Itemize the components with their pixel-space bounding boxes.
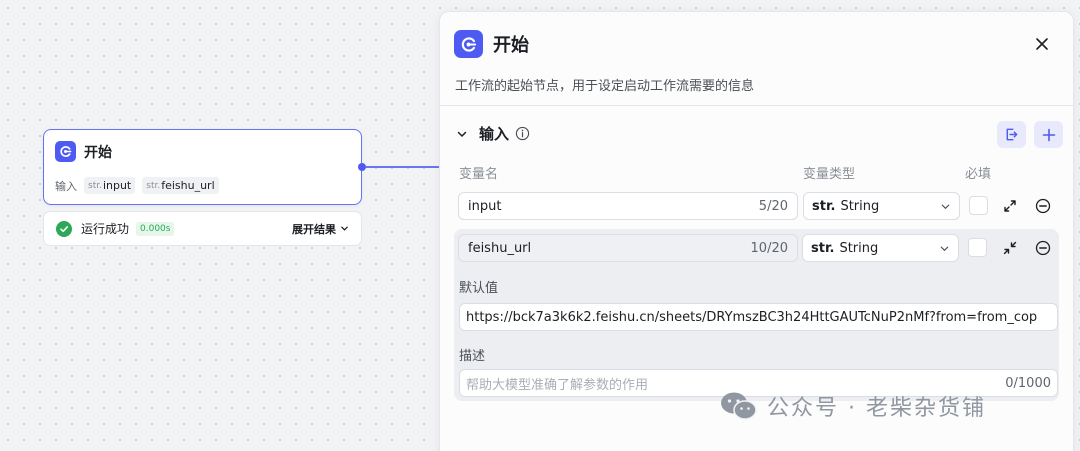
description-label: 描述	[459, 349, 486, 364]
column-header-required: 必填	[965, 167, 992, 182]
output-port[interactable]	[358, 163, 366, 171]
plus-icon	[1042, 128, 1055, 141]
run-time-badge: 0.000s	[136, 221, 175, 236]
expand-results-label: 展开结果	[292, 222, 336, 236]
wechat-icon	[721, 392, 757, 420]
remove-icon[interactable]	[1035, 198, 1051, 214]
node-inputs: 输入 str. input str. feishu_url	[55, 177, 219, 194]
char-counter: 0/1000	[1005, 375, 1051, 391]
description-placeholder: 帮助大模型准确了解参数的作用	[466, 377, 649, 393]
chevron-down-icon	[941, 204, 950, 209]
success-check-icon	[56, 220, 72, 237]
close-icon[interactable]	[1033, 35, 1051, 53]
run-status-label: 运行成功	[81, 222, 130, 236]
chip-type-prefix: str.	[146, 180, 161, 191]
chip-name: input	[102, 179, 132, 192]
char-counter: 5/20	[758, 198, 788, 214]
section-title: 输入	[479, 125, 510, 143]
type-value: String	[839, 240, 879, 256]
panel-header: 开始	[454, 30, 529, 58]
char-counter: 10/20	[750, 240, 788, 256]
start-node-icon	[454, 30, 483, 58]
required-checkbox[interactable]	[969, 196, 988, 215]
variable-name-input[interactable]: input 5/20	[458, 192, 798, 220]
start-node[interactable]: 开始 输入 str. input str. feishu_url	[43, 129, 366, 205]
add-variable-button[interactable]	[1034, 121, 1063, 148]
variable-name-value: feishu_url	[468, 240, 532, 256]
variable-type-select[interactable]: str. String	[803, 192, 960, 220]
type-value: String	[840, 198, 880, 214]
chevron-down-icon	[940, 246, 949, 251]
expand-icon[interactable]	[1002, 198, 1018, 214]
panel-description: 工作流的起始节点，用于设定启动工作流需要的信息	[455, 79, 755, 94]
collapse-icon[interactable]	[1002, 240, 1018, 256]
panel-title: 开始	[493, 35, 529, 56]
type-prefix: str.	[811, 240, 835, 256]
node-header: 开始	[55, 141, 112, 162]
info-icon[interactable]	[515, 126, 530, 141]
node-title: 开始	[84, 144, 112, 161]
edge-connector	[366, 166, 440, 168]
variable-name-value: input	[468, 198, 502, 214]
type-prefix: str.	[812, 198, 836, 214]
input-chip-feishu-url: str. feishu_url	[142, 177, 219, 194]
chevron-down-icon	[341, 226, 348, 231]
chevron-down-icon[interactable]	[456, 128, 468, 140]
required-checkbox[interactable]	[968, 238, 987, 257]
divider	[440, 105, 1073, 106]
input-chip-input: str. input	[84, 177, 136, 194]
start-node-icon	[55, 141, 76, 162]
chip-name: feishu_url	[161, 179, 215, 192]
column-header-name: 变量名	[459, 167, 499, 182]
default-value-text: https://bck7a3k6k2.feishu.cn/sheets/DRYm…	[466, 309, 1038, 325]
watermark: 公众号 · 老柴杂货铺	[719, 390, 986, 422]
inputs-section-header[interactable]: 输入	[456, 123, 530, 144]
import-button[interactable]	[997, 121, 1026, 148]
column-header-type: 变量类型	[803, 167, 856, 182]
watermark-text: 公众号 · 老柴杂货铺	[767, 396, 986, 421]
node-inputs-label: 输入	[55, 179, 77, 193]
expand-results-button[interactable]: 展开结果	[292, 221, 349, 237]
variable-row: input 5/20 str. String	[454, 192, 1059, 220]
default-value-input[interactable]: https://bck7a3k6k2.feishu.cn/sheets/DRYm…	[459, 303, 1058, 331]
variable-name-input[interactable]: feishu_url 10/20	[458, 234, 798, 262]
remove-icon[interactable]	[1035, 240, 1051, 256]
default-value-label: 默认值	[459, 281, 499, 296]
import-icon	[1006, 128, 1018, 141]
variable-type-select[interactable]: str. String	[802, 234, 959, 262]
chip-type-prefix: str.	[88, 180, 102, 191]
run-status-bar: 运行成功 0.000s 展开结果	[43, 211, 362, 246]
